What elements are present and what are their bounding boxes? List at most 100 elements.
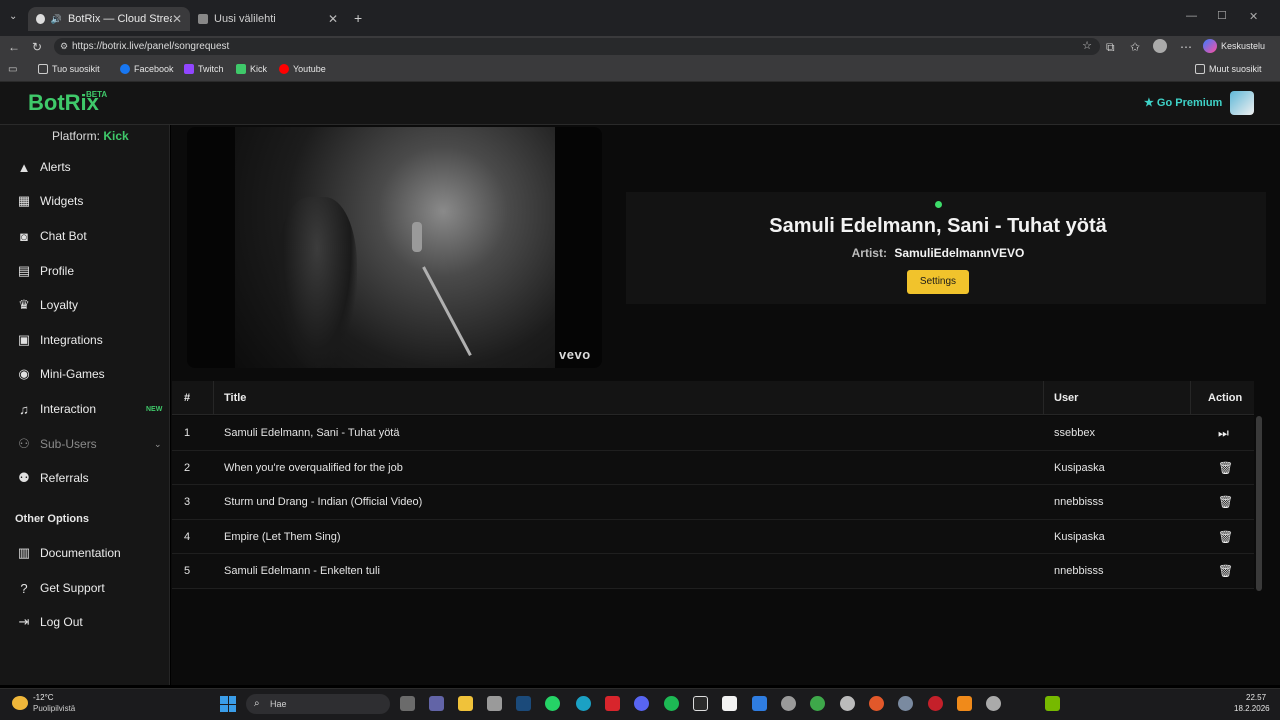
spotify-icon[interactable] [664,696,679,711]
task-view-icon[interactable] [400,696,415,711]
trash-icon[interactable]: 🗑 [1218,554,1233,588]
extensions-icon[interactable]: ⧉ [1106,40,1115,55]
app-check-icon[interactable] [986,696,1001,711]
mail-icon[interactable] [752,696,767,711]
star-icon[interactable]: ☆ [1082,38,1092,55]
sidebar-item-documentation[interactable]: ▥ Documentation [0,539,170,567]
sidebar-item-label: Log Out [40,615,83,629]
artist-label: Artist: [851,246,887,260]
taskbar-search[interactable]: ⌕ Hae [246,694,390,714]
clock-time[interactable]: 22.57 [1246,693,1266,702]
sidebar-item-label: Loyalty [40,298,79,312]
sidebar-item-loyalty[interactable]: ♛ Loyalty [0,291,170,319]
copilot-icon[interactable] [1203,39,1217,53]
song-artist: Artist: SamuliEdelmannVEVO [626,246,1250,260]
trash-icon[interactable]: 🗑 [1218,451,1233,485]
nvidia-icon[interactable] [1045,696,1060,711]
search-icon: ⌕ [254,698,260,709]
sidebar-item-label: Chat Bot [40,229,87,243]
bookmark-facebook[interactable]: Facebook [120,64,174,74]
go-premium-button[interactable]: ★ Go Premium [1144,96,1222,109]
tab-new[interactable]: Uusi välilehti ✕ [190,7,346,31]
favorites-icon[interactable]: ✩ [1130,40,1140,54]
bookmark-label: Muut suosikit [1209,64,1262,74]
profile-avatar[interactable] [1153,39,1167,53]
trash-icon[interactable]: 🗑 [1218,520,1233,554]
sidebar-item-chat-bot[interactable]: ◙ Chat Bot [0,222,170,250]
discord-icon[interactable] [634,696,649,711]
row-user: ssebbex [1054,427,1095,439]
column-divider [1043,381,1044,415]
menu-icon[interactable]: ⋯ [1180,40,1192,54]
column-header-number: # [184,392,191,404]
sidebar-item-sub-users[interactable]: ⚇ Sub-Users ⌄ [0,430,170,458]
weather-icon[interactable] [12,696,28,710]
site-info-icon[interactable]: ⚙ [60,38,68,55]
gear-icon[interactable] [898,696,913,711]
skip-icon[interactable]: ⏭ [1218,416,1229,450]
platform-indicator: Platform: Kick [52,129,129,143]
file-explorer-icon[interactable] [458,696,473,711]
table-scrollbar[interactable] [1256,416,1262,591]
new-badge: NEW [146,405,163,413]
start-button[interactable] [220,696,236,712]
row-number: 1 [184,427,191,439]
maximize-icon[interactable]: ☐ [1217,9,1227,22]
whatsapp-icon[interactable] [545,696,560,711]
settings-button[interactable]: Settings [907,270,969,294]
edge-icon[interactable] [576,696,591,711]
close-icon[interactable]: ✕ [328,12,338,26]
app-ring-icon[interactable] [840,696,855,711]
url-text: https://botrix.live/panel/songrequest [72,41,230,52]
app-orange-icon[interactable] [869,696,884,711]
tab-list-icon[interactable]: ⌄ [9,11,17,22]
close-icon[interactable]: ✕ [172,12,182,26]
notepad-icon[interactable] [722,696,737,711]
bookmark-youtube[interactable]: Youtube [279,64,326,74]
app-red-icon[interactable] [928,696,943,711]
reload-icon[interactable]: ↻ [32,40,42,54]
search-placeholder: Hae [270,699,287,709]
logitech-icon[interactable] [693,696,708,711]
row-number: 3 [184,496,191,509]
bookmark-twitch[interactable]: Twitch [184,64,224,74]
teams-icon[interactable] [429,696,444,711]
sidebar-item-widgets[interactable]: ▦ Widgets [0,187,170,215]
sidebar-item-referrals[interactable]: ⚉ Referrals [0,464,170,492]
sidebar-item-interaction[interactable]: ♫ Interaction NEW [0,395,170,423]
sidebar-item-log-out[interactable]: ⇥ Log Out [0,608,170,636]
sidebar-item-alerts[interactable]: ▲ Alerts [0,153,170,181]
video-microphone [412,222,422,252]
sidebar-item-mini-games[interactable]: ◉ Mini-Games [0,360,170,388]
sidebar-item-label: Alerts [40,160,71,174]
row-title: When you're overqualified for the job [224,461,403,474]
sidebar-toggle-icon[interactable]: ▭ [8,64,17,75]
bookmark-label: Kick [250,64,268,74]
clock-date[interactable]: 18.2.2026 [1234,704,1270,713]
steam-icon[interactable] [516,696,531,711]
tab-botrix[interactable]: 🔊 BotRix — Cloud Streaming Bo ✕ [28,7,190,31]
video-player[interactable] [187,127,602,368]
app-l-icon[interactable] [605,696,620,711]
sidebar-item-get-support[interactable]: ? Get Support [0,574,170,602]
weather-temperature[interactable]: -12°C [33,693,54,702]
avatar[interactable] [1230,91,1254,115]
store-icon[interactable] [487,696,502,711]
minimize-icon[interactable]: — [1186,10,1197,22]
xbox-icon[interactable] [810,696,825,711]
vlc-icon[interactable] [957,696,972,711]
trophy-icon: ♛ [18,297,30,312]
copilot-label[interactable]: Keskustelu [1221,41,1265,51]
bookmark-kick[interactable]: Kick [236,64,267,74]
back-icon[interactable]: ← [8,40,20,54]
sidebar-item-profile[interactable]: ▤ Profile [0,257,170,285]
trash-icon[interactable]: 🗑 [1218,485,1233,519]
new-tab-button[interactable]: + [354,10,362,26]
settings-gear-icon[interactable] [781,696,796,711]
bookmark-import[interactable]: Tuo suosikit [38,64,100,74]
close-window-icon[interactable]: ✕ [1249,10,1258,23]
bookmark-other[interactable]: Muut suosikit [1195,64,1262,74]
sidebar-item-integrations[interactable]: ▣ Integrations [0,326,170,354]
address-bar[interactable]: ⚙ https://botrix.live/panel/songrequest … [54,38,1100,55]
weather-description[interactable]: Puolipilvistä [33,704,75,713]
